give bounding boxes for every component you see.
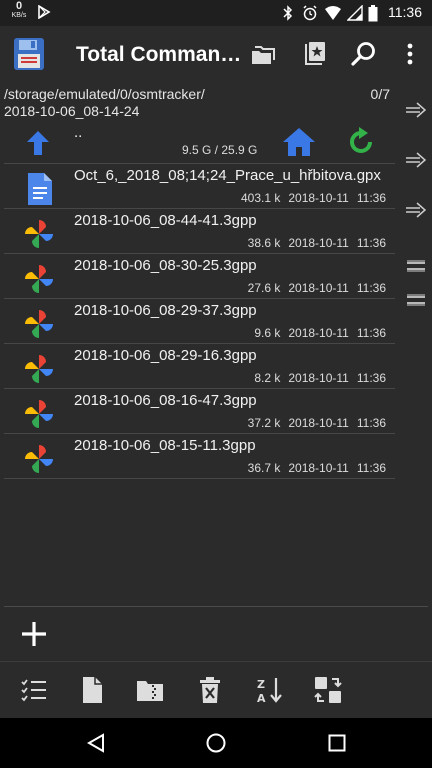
file-date: 2018-10-11 (288, 461, 349, 475)
file-meta: 27.6 k 2018-10-11 11:36 (240, 281, 386, 295)
arrow-right-icon[interactable] (404, 200, 428, 220)
file-date: 2018-10-11 (288, 236, 349, 250)
file-meta: 8.2 k 2018-10-11 11:36 (246, 371, 386, 385)
file-row[interactable]: 2018-10-06_08-15-11.3gpp 36.7 k 2018-10-1… (4, 434, 395, 479)
play-store-icon (38, 5, 51, 19)
media-pinwheel-icon (25, 220, 53, 248)
current-path-line1: /storage/emulated/0/osmtracker/ (4, 86, 205, 102)
file-time: 11:36 (356, 326, 386, 340)
add-tab-icon[interactable] (20, 620, 48, 648)
document-icon (28, 173, 52, 205)
file-time: 11:36 (356, 236, 386, 250)
refresh-icon[interactable] (346, 127, 376, 157)
file-meta: 9.6 k 2018-10-11 11:36 (246, 326, 386, 340)
status-time: 11:36 (388, 4, 422, 20)
app-bar: Total Comman… (0, 26, 432, 84)
bottom-toolbar: Z A (0, 662, 432, 718)
file-size: 8.2 k (254, 371, 281, 385)
bluetooth-icon (283, 5, 293, 21)
zip-folder-icon[interactable] (136, 676, 164, 704)
equals-icon[interactable] (404, 256, 428, 276)
file-date: 2018-10-11 (288, 326, 349, 340)
folders-icon[interactable] (250, 40, 278, 68)
wifi-icon (325, 6, 341, 20)
file-row[interactable]: 2018-10-06_08-44-41.3gpp 38.6 k 2018-10-1… (4, 209, 395, 254)
file-meta: 403.1 k 2018-10-11 11:36 (233, 191, 386, 205)
file-row[interactable]: 2018-10-06_08-16-47.3gpp 37.2 k 2018-10-1… (4, 389, 395, 434)
swap-panels-icon[interactable] (314, 676, 342, 704)
new-file-icon[interactable] (78, 676, 106, 704)
file-list: .. 9.5 G / 25.9 G Oct_6,_2018_08;14;24_P… (4, 123, 395, 479)
storage-usage: 9.5 G / 25.9 G (182, 143, 258, 157)
file-row[interactable]: 2018-10-06_08-30-25.3gpp 27.6 k 2018-10-1… (4, 254, 395, 299)
file-name: 2018-10-06_08-29-16.3gpp (74, 347, 257, 364)
file-row[interactable]: 2018-10-06_08-29-37.3gpp 9.6 k 2018-10-11… (4, 299, 395, 344)
file-date: 2018-10-11 (288, 191, 349, 205)
file-time: 11:36 (356, 281, 386, 295)
back-icon[interactable] (86, 733, 106, 753)
media-pinwheel-icon (25, 445, 53, 473)
file-size: 9.6 k (254, 326, 281, 340)
file-date: 2018-10-11 (288, 281, 349, 295)
parent-directory-row[interactable]: .. 9.5 G / 25.9 G (4, 123, 395, 164)
file-name: 2018-10-06_08-15-11.3gpp (74, 437, 256, 454)
file-name: Oct_6,_2018_08;14;24_Prace_u_hřbitova.gp… (74, 167, 381, 184)
file-name: 2018-10-06_08-16-47.3gpp (74, 392, 257, 409)
file-name: 2018-10-06_08-29-37.3gpp (74, 302, 257, 319)
signal-icon (347, 5, 363, 21)
file-time: 11:36 (356, 461, 386, 475)
file-meta: 38.6 k 2018-10-11 11:36 (240, 236, 386, 250)
file-date: 2018-10-11 (288, 416, 349, 430)
file-size: 403.1 k (240, 191, 281, 205)
file-row[interactable]: 2018-10-06_08-29-16.3gpp 8.2 k 2018-10-11… (4, 344, 395, 389)
system-navigation-bar (0, 718, 432, 768)
overflow-menu-icon[interactable] (396, 40, 424, 68)
media-pinwheel-icon (25, 310, 53, 338)
arrow-right-icon[interactable] (404, 150, 428, 170)
select-checklist-icon[interactable] (20, 676, 48, 704)
app-title: Total Comman… (76, 43, 242, 66)
arrow-right-icon[interactable] (404, 100, 428, 120)
sort-icon[interactable]: Z A (256, 676, 284, 704)
file-size: 27.6 k (247, 281, 281, 295)
selection-count: 0/7 (370, 86, 390, 102)
divider (4, 606, 428, 607)
file-size: 36.7 k (247, 461, 281, 475)
file-row[interactable]: Oct_6,_2018_08;14;24_Prace_u_hřbitova.gp… (4, 164, 395, 209)
current-path-line2: 2018-10-06_08-14-24 (4, 103, 140, 119)
search-icon[interactable] (350, 40, 378, 68)
file-time: 11:36 (356, 416, 386, 430)
delete-icon[interactable] (196, 676, 224, 704)
file-date: 2018-10-11 (288, 371, 349, 385)
file-size: 37.2 k (247, 416, 281, 430)
up-arrow-icon (27, 131, 49, 155)
battery-icon (368, 5, 378, 22)
status-bar: 0 KB/s 11:36 (0, 0, 432, 26)
media-pinwheel-icon (25, 355, 53, 383)
network-speed: 0 KB/s (8, 0, 30, 20)
parent-directory-label: .. (74, 124, 83, 141)
media-pinwheel-icon (25, 400, 53, 428)
current-path[interactable]: /storage/emulated/0/osmtracker/ 2018-10-… (4, 86, 205, 120)
media-pinwheel-icon (25, 265, 53, 293)
network-speed-unit: KB/s (11, 12, 27, 19)
network-speed-value: 0 (15, 0, 23, 12)
file-meta: 37.2 k 2018-10-11 11:36 (240, 416, 386, 430)
file-time: 11:36 (356, 371, 386, 385)
file-name: 2018-10-06_08-44-41.3gpp (74, 212, 257, 229)
svg-text:Z: Z (257, 678, 265, 691)
floppy-disk-logo-icon (14, 38, 44, 70)
recents-icon[interactable] (328, 734, 346, 752)
bookmarks-icon[interactable] (300, 40, 328, 68)
home-icon[interactable] (282, 127, 316, 157)
file-meta: 36.7 k 2018-10-11 11:36 (240, 461, 386, 475)
file-name: 2018-10-06_08-30-25.3gpp (74, 257, 257, 274)
file-time: 11:36 (356, 191, 386, 205)
alarm-icon (303, 5, 317, 21)
svg-text:A: A (257, 692, 266, 704)
home-nav-icon[interactable] (205, 732, 227, 754)
equals-icon[interactable] (404, 290, 428, 310)
file-size: 38.6 k (247, 236, 281, 250)
